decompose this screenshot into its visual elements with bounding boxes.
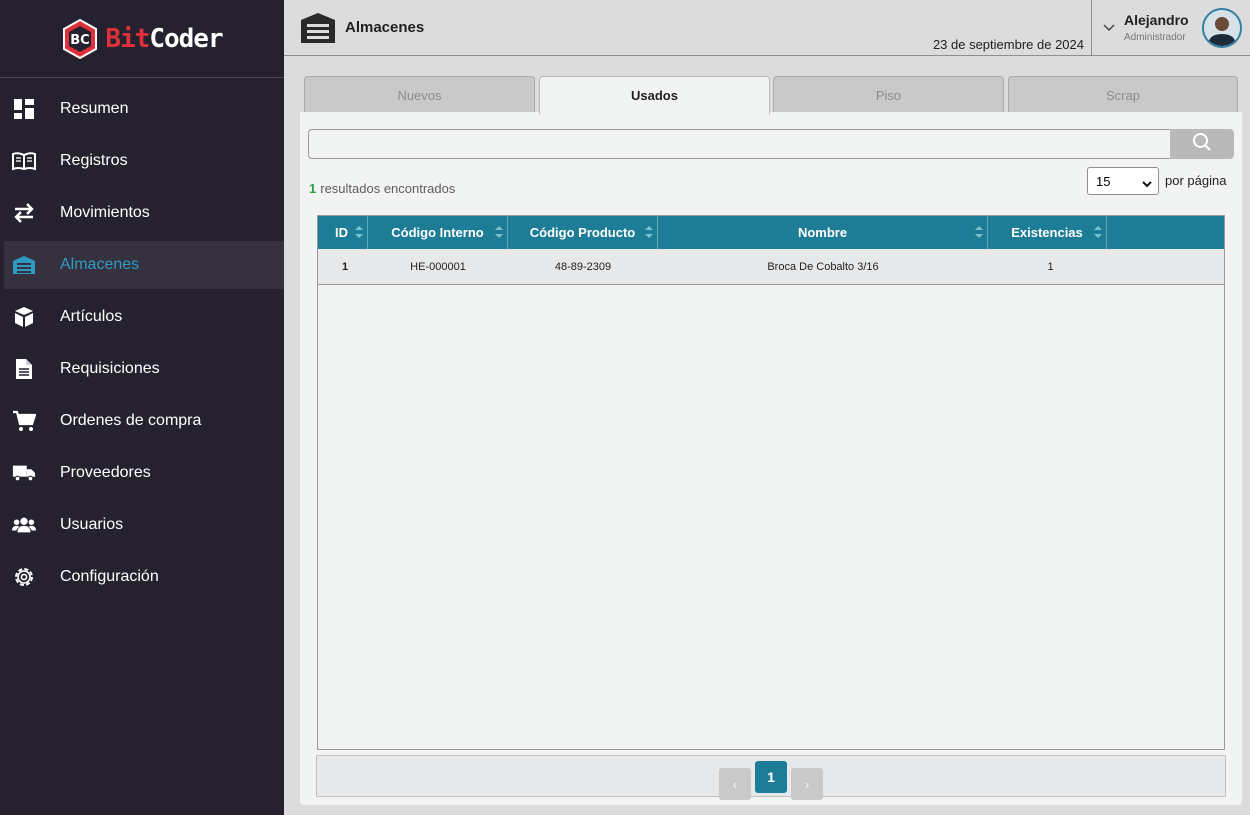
column-label: ID (335, 225, 348, 240)
current-date: 23 de septiembre de 2024 (932, 37, 1084, 52)
sort-icon[interactable] (355, 225, 363, 239)
results-summary: 1 resultados encontrados (309, 181, 455, 196)
sidebar-item-label: Requisiciones (60, 360, 160, 377)
document-icon (12, 357, 36, 381)
sidebar-item-requisiciones[interactable]: Requisiciones (4, 345, 284, 393)
dashboard-icon (12, 97, 36, 121)
sidebar-item-configuracion[interactable]: Configuración (4, 553, 284, 601)
per-page-label: por página (1165, 173, 1227, 188)
chevron-down-icon[interactable] (1102, 20, 1116, 34)
tab-nuevos[interactable]: Nuevos (304, 76, 535, 113)
next-page-button[interactable]: › (791, 768, 823, 800)
prev-page-button[interactable]: ‹ (719, 768, 751, 800)
sidebar-item-label: Almacenes (60, 256, 140, 273)
cart-icon (12, 409, 36, 433)
tab-piso[interactable]: Piso (773, 76, 1004, 113)
user-menu[interactable]: Alejandro Administrador (1091, 0, 1250, 56)
cell-id: 1 (341, 261, 349, 273)
sidebar: BC BitCoder Resumen Registros Movimiento… (0, 0, 284, 815)
column-label: Código Interno (391, 225, 484, 240)
warehouse-icon (12, 253, 36, 277)
sidebar-nav: Resumen Registros Movimientos Almacenes … (0, 85, 284, 601)
box-icon (12, 305, 36, 329)
sidebar-item-label: Configuración (60, 568, 159, 585)
search-button[interactable] (1170, 129, 1234, 159)
cell-existencias: 1 (1047, 261, 1054, 273)
tab-usados[interactable]: Usados (539, 76, 770, 114)
brand-name: BitCoder (105, 23, 223, 54)
gear-icon (12, 565, 36, 589)
cell-codigo-producto: 48-89-2309 (554, 261, 612, 273)
per-page-select[interactable]: 15 (1087, 167, 1159, 195)
brand-logo[interactable]: BC BitCoder (0, 0, 284, 78)
top-header: Almacenes 23 de septiembre de 2024 Aleja… (284, 0, 1250, 56)
sidebar-item-label: Resumen (60, 100, 129, 117)
column-label: Código Producto (529, 225, 636, 240)
sidebar-item-ordenes-de-compra[interactable]: Ordenes de compra (4, 397, 284, 445)
users-icon (12, 513, 36, 537)
cell-codigo-interno: HE-000001 (410, 261, 466, 273)
sidebar-item-label: Movimientos (60, 204, 150, 221)
search-icon (1192, 132, 1212, 157)
sidebar-item-resumen[interactable]: Resumen (4, 85, 284, 133)
sidebar-item-label: Ordenes de compra (60, 412, 202, 429)
table-row[interactable]: 1 HE-000001 48-89-2309 Broca De Cobalto … (318, 249, 1224, 285)
column-label: Nombre (797, 225, 848, 240)
sidebar-item-label: Registros (60, 152, 128, 169)
sort-icon[interactable] (975, 225, 983, 239)
cell-nombre: Broca De Cobalto 3/16 (767, 261, 879, 273)
column-header-existencias[interactable]: Existencias (988, 216, 1107, 249)
sidebar-item-label: Proveedores (60, 464, 151, 481)
column-label: Existencias (1011, 225, 1083, 240)
warehouse-icon (300, 12, 336, 44)
chevron-down-icon (1142, 177, 1152, 192)
results-text: resultados encontrados (320, 181, 456, 196)
arrows-exchange-icon (12, 201, 36, 225)
sort-icon[interactable] (1094, 225, 1102, 239)
column-header-nombre[interactable]: Nombre (658, 216, 988, 249)
sidebar-item-almacenes[interactable]: Almacenes (4, 241, 284, 289)
warehouse-tabs: Nuevos Usados Piso Scrap (304, 76, 1238, 114)
sidebar-item-usuarios[interactable]: Usuarios (4, 501, 284, 549)
book-icon (12, 149, 36, 173)
sidebar-item-movimientos[interactable]: Movimientos (4, 189, 284, 237)
sort-icon[interactable] (495, 225, 503, 239)
column-header-codigo-producto[interactable]: Código Producto (508, 216, 658, 249)
column-header-codigo-interno[interactable]: Código Interno (368, 216, 508, 249)
table-header: ID Código Interno Código Producto Nombre… (318, 216, 1224, 249)
user-role: Administrador (1124, 32, 1186, 43)
sidebar-item-label: Artículos (60, 308, 123, 325)
page-title: Almacenes (345, 19, 425, 36)
tab-scrap[interactable]: Scrap (1008, 76, 1238, 113)
per-page-value: 15 (1096, 173, 1111, 189)
sidebar-item-label: Usuarios (60, 516, 124, 533)
truck-icon (12, 461, 36, 485)
sidebar-item-registros[interactable]: Registros (4, 137, 284, 185)
sidebar-item-proveedores[interactable]: Proveedores (4, 449, 284, 497)
sort-icon[interactable] (645, 225, 653, 239)
column-header-id[interactable]: ID (318, 216, 368, 249)
svg-text:BC: BC (71, 33, 90, 48)
items-table: ID Código Interno Código Producto Nombre… (317, 215, 1225, 750)
search-input[interactable] (308, 129, 1171, 159)
pagination: ‹ 1 › (316, 755, 1226, 800)
user-name: Alejandro (1124, 12, 1189, 28)
logo-icon: BC (61, 18, 99, 60)
results-count: 1 (309, 181, 317, 196)
page-button-current[interactable]: 1 (755, 761, 787, 793)
sidebar-item-articulos[interactable]: Artículos (4, 293, 284, 341)
avatar[interactable] (1202, 8, 1242, 48)
